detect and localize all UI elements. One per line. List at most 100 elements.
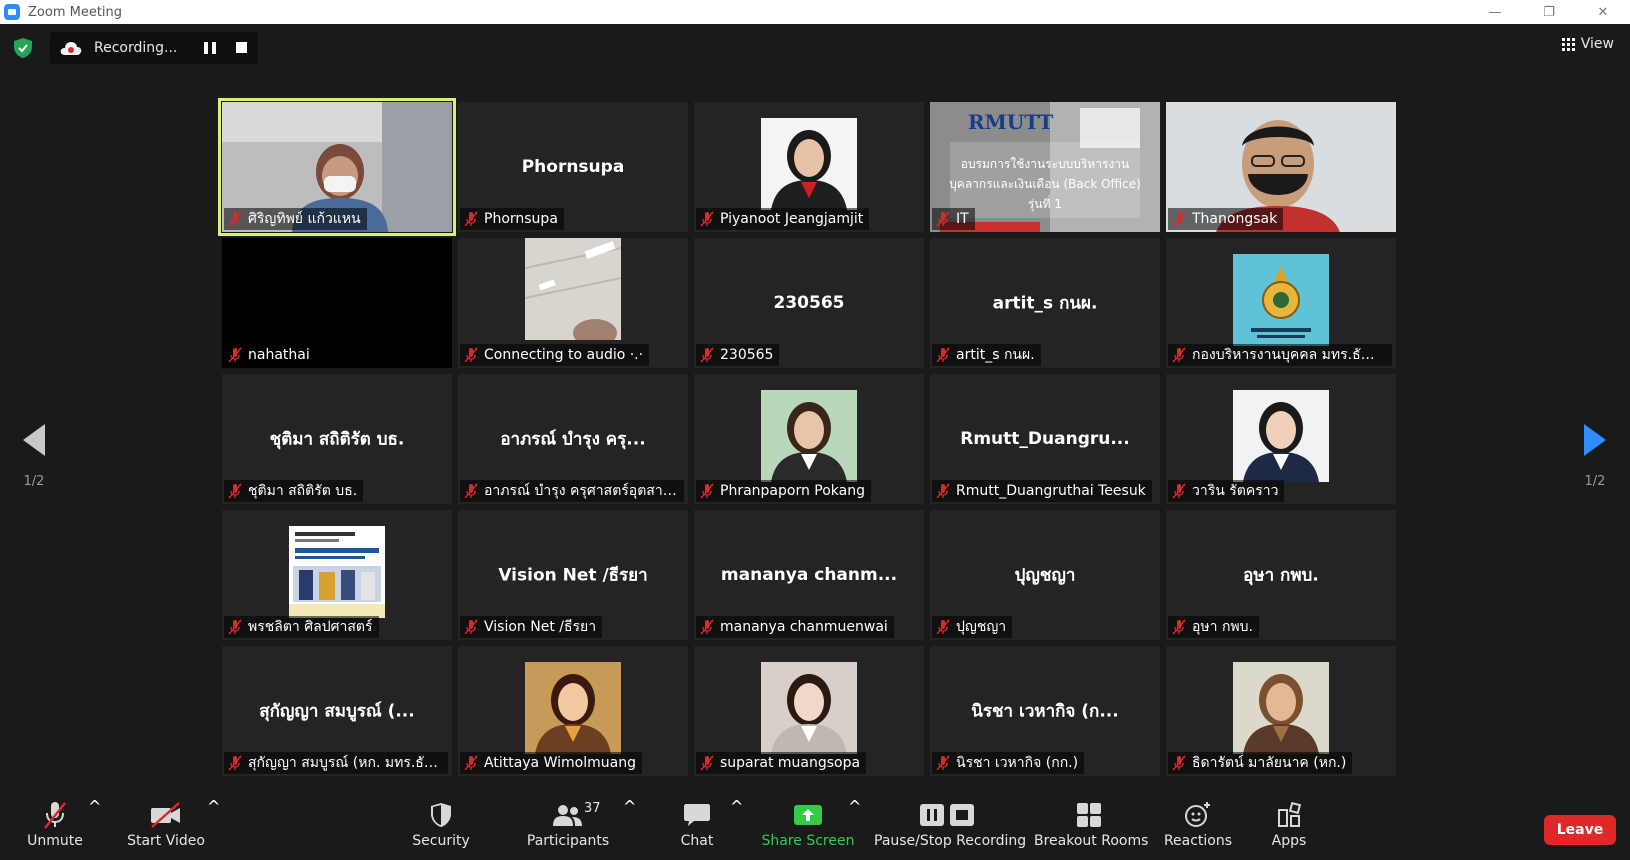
participant-name-label: พรชลิตา ศิลปศาสตร์ xyxy=(224,616,379,638)
participant-tile[interactable]: Phranpaporn Pokang xyxy=(694,374,924,504)
shared-document-thumbnail xyxy=(289,526,385,618)
participant-tile[interactable]: อุษา กพบ. อุษา กพบ. xyxy=(1166,510,1396,640)
participant-name: กองบริหารงานบุคคล มทร.ธัญบุรี xyxy=(1192,347,1386,363)
participant-name-label: Rmutt_Duangruthai Teesuk xyxy=(932,480,1152,502)
previous-page-nav[interactable]: 1/2 xyxy=(14,424,54,489)
participants-count-badge: 37 xyxy=(584,801,601,816)
close-button[interactable]: ✕ xyxy=(1576,0,1630,24)
pause-recording-button[interactable] xyxy=(204,42,216,54)
participant-name-label: Thanongsak xyxy=(1168,208,1284,230)
participant-tile[interactable]: อาภรณ์ บำรุง ครุ... อาภรณ์ บำรุง ครุศาสต… xyxy=(458,374,688,504)
participant-name: 230565 xyxy=(720,347,774,363)
participants-label: Participants xyxy=(526,833,610,849)
participant-tile[interactable]: Rmutt_Duangru... Rmutt_Duangruthai Teesu… xyxy=(930,374,1160,504)
security-label: Security xyxy=(412,833,470,849)
participant-tile[interactable]: RMUTT อบรมการใช้งานระบบบริหารงาน บุคลากรแ… xyxy=(930,102,1160,232)
participant-name: นิรชา เวหากิจ (กก.) xyxy=(956,755,1079,771)
microphone-muted-icon xyxy=(1172,483,1186,499)
slide-text: อบรมการใช้งานระบบบริหารงาน บุคลากรและเงิน… xyxy=(930,154,1160,214)
participants-icon xyxy=(553,805,582,826)
microphone-muted-icon xyxy=(700,619,714,635)
arrow-left-icon[interactable] xyxy=(23,424,45,456)
leave-button[interactable]: Leave xyxy=(1544,815,1616,845)
minimize-button[interactable]: — xyxy=(1468,0,1522,24)
participant-tile[interactable]: Piyanoot Jeangjamjit xyxy=(694,102,924,232)
organization-logo-icon xyxy=(1233,254,1329,346)
chat-button[interactable]: Chat xyxy=(670,797,724,860)
participants-options-caret-icon[interactable]: ^ xyxy=(623,797,636,860)
microphone-muted-icon xyxy=(228,619,242,635)
video-gallery: ศิริญทิพย์ แก้วแหน Phornsupa Phornsupa P… xyxy=(218,98,1402,782)
participant-tile[interactable]: Thanongsak xyxy=(1166,102,1396,232)
cloud-recording-icon xyxy=(60,42,82,55)
slide-text-line: อบรมการใช้งานระบบบริหารงาน xyxy=(960,157,1130,171)
window-controls: — ❐ ✕ xyxy=(1468,0,1630,24)
chat-label: Chat xyxy=(680,833,714,849)
participant-name-label: Connecting to audio ·.· xyxy=(460,344,650,366)
participant-video xyxy=(525,238,621,340)
participant-name-label: นิรชา เวหากิจ (กก.) xyxy=(932,752,1085,774)
participant-tile[interactable]: 230565 230565 xyxy=(694,238,924,368)
participant-tile[interactable]: Phornsupa Phornsupa xyxy=(458,102,688,232)
participant-tile[interactable]: กองบริหารงานบุคคล มทร.ธัญบุรี xyxy=(1166,238,1396,368)
security-shield-icon[interactable] xyxy=(14,38,32,58)
participant-name: artit_s กนผ. xyxy=(956,347,1035,363)
chat-bubble-icon xyxy=(684,804,710,826)
start-video-button[interactable]: Start Video xyxy=(124,797,208,860)
microphone-muted-icon xyxy=(1172,347,1186,363)
participant-name: Piyanoot Jeangjamjit xyxy=(720,211,864,227)
arrow-right-icon[interactable] xyxy=(1584,424,1606,456)
view-button[interactable]: View xyxy=(1561,36,1614,52)
chat-options-caret-icon[interactable]: ^ xyxy=(730,797,743,860)
participant-name: วาริน รัตคราว xyxy=(1192,483,1279,499)
share-screen-icon xyxy=(794,805,822,825)
reactions-button[interactable]: Reactions xyxy=(1160,797,1236,860)
participant-tile[interactable]: Vision Net /ธีรยา Vision Net /ธีรยา xyxy=(458,510,688,640)
participant-name: Connecting to audio ·.· xyxy=(484,347,644,363)
share-screen-button[interactable]: Share Screen xyxy=(760,797,856,860)
participant-tile[interactable]: ชุติมา สถิติรัต บธ. ชุติมา สถิติรัต บธ. xyxy=(222,374,452,504)
breakout-rooms-label: Breakout Rooms xyxy=(1034,833,1149,849)
meeting-toolbar: Unmute ^ Start Video ^ Security Particip… xyxy=(0,797,1630,860)
participant-name: Atittaya Wimolmuang xyxy=(484,755,636,771)
participant-display-name: นิรชา เวหากิจ (ก... xyxy=(971,701,1119,722)
participant-name-label: IT xyxy=(932,208,975,230)
next-page-nav[interactable]: 1/2 xyxy=(1575,424,1615,489)
participant-tile[interactable]: ปุญชญา ปุญชญา xyxy=(930,510,1160,640)
participant-tile[interactable]: ศิริญทิพย์ แก้วแหน xyxy=(218,98,456,236)
microphone-muted-icon xyxy=(44,802,66,829)
participant-name-label: ชุติมา สถิติรัต บธ. xyxy=(224,480,364,502)
participant-tile[interactable]: ธิดารัตน์ มาลัยนาค (หก.) xyxy=(1166,646,1396,776)
participant-name: พรชลิตา ศิลปศาสตร์ xyxy=(248,619,373,635)
audio-options-caret-icon[interactable]: ^ xyxy=(88,797,101,860)
unmute-button[interactable]: Unmute xyxy=(20,797,90,860)
participant-tile[interactable]: suparat muangsopa xyxy=(694,646,924,776)
participant-profile-photo xyxy=(525,662,621,754)
participant-tile[interactable]: นิรชา เวหากิจ (ก... นิรชา เวหากิจ (กก.) xyxy=(930,646,1160,776)
participant-name-label: Atittaya Wimolmuang xyxy=(460,752,642,774)
apps-button[interactable]: Apps xyxy=(1264,797,1314,860)
participant-tile[interactable]: พรชลิตา ศิลปศาสตร์ xyxy=(222,510,452,640)
participant-tile[interactable]: nahathai xyxy=(222,238,452,368)
microphone-muted-icon xyxy=(936,619,950,635)
pause-stop-recording-button[interactable]: Pause/Stop Recording xyxy=(874,797,1026,860)
participant-tile[interactable]: สุกัญญา สมบูรณ์ (... สุกัญญา สมบูรณ์ (หก… xyxy=(222,646,452,776)
maximize-button[interactable]: ❐ xyxy=(1522,0,1576,24)
participant-tile[interactable]: Atittaya Wimolmuang xyxy=(458,646,688,776)
participant-name: สุกัญญา สมบูรณ์ (หก. มทร.ธัญ... xyxy=(248,755,442,771)
breakout-rooms-button[interactable]: Breakout Rooms xyxy=(1034,797,1149,860)
participant-name-label: artit_s กนผ. xyxy=(932,344,1041,366)
participant-tile[interactable]: วาริน รัตคราว xyxy=(1166,374,1396,504)
grid-view-icon xyxy=(1561,37,1575,51)
participant-tile[interactable]: artit_s กนผ. artit_s กนผ. xyxy=(930,238,1160,368)
participant-tile[interactable]: mananya chanm... mananya chanmuenwai xyxy=(694,510,924,640)
microphone-muted-icon xyxy=(464,755,478,771)
share-options-caret-icon[interactable]: ^ xyxy=(848,797,861,860)
participant-name: ชุติมา สถิติรัต บธ. xyxy=(248,483,358,499)
security-button[interactable]: Security xyxy=(408,797,474,860)
video-options-caret-icon[interactable]: ^ xyxy=(207,797,220,860)
stop-recording-button[interactable] xyxy=(236,42,247,53)
participant-name: อาภรณ์ บำรุง ครุศาสตร์อุตสาห... xyxy=(484,483,678,499)
meeting-topbar: Recording... View xyxy=(0,24,1630,74)
participant-tile[interactable]: Connecting to audio ·.· xyxy=(458,238,688,368)
